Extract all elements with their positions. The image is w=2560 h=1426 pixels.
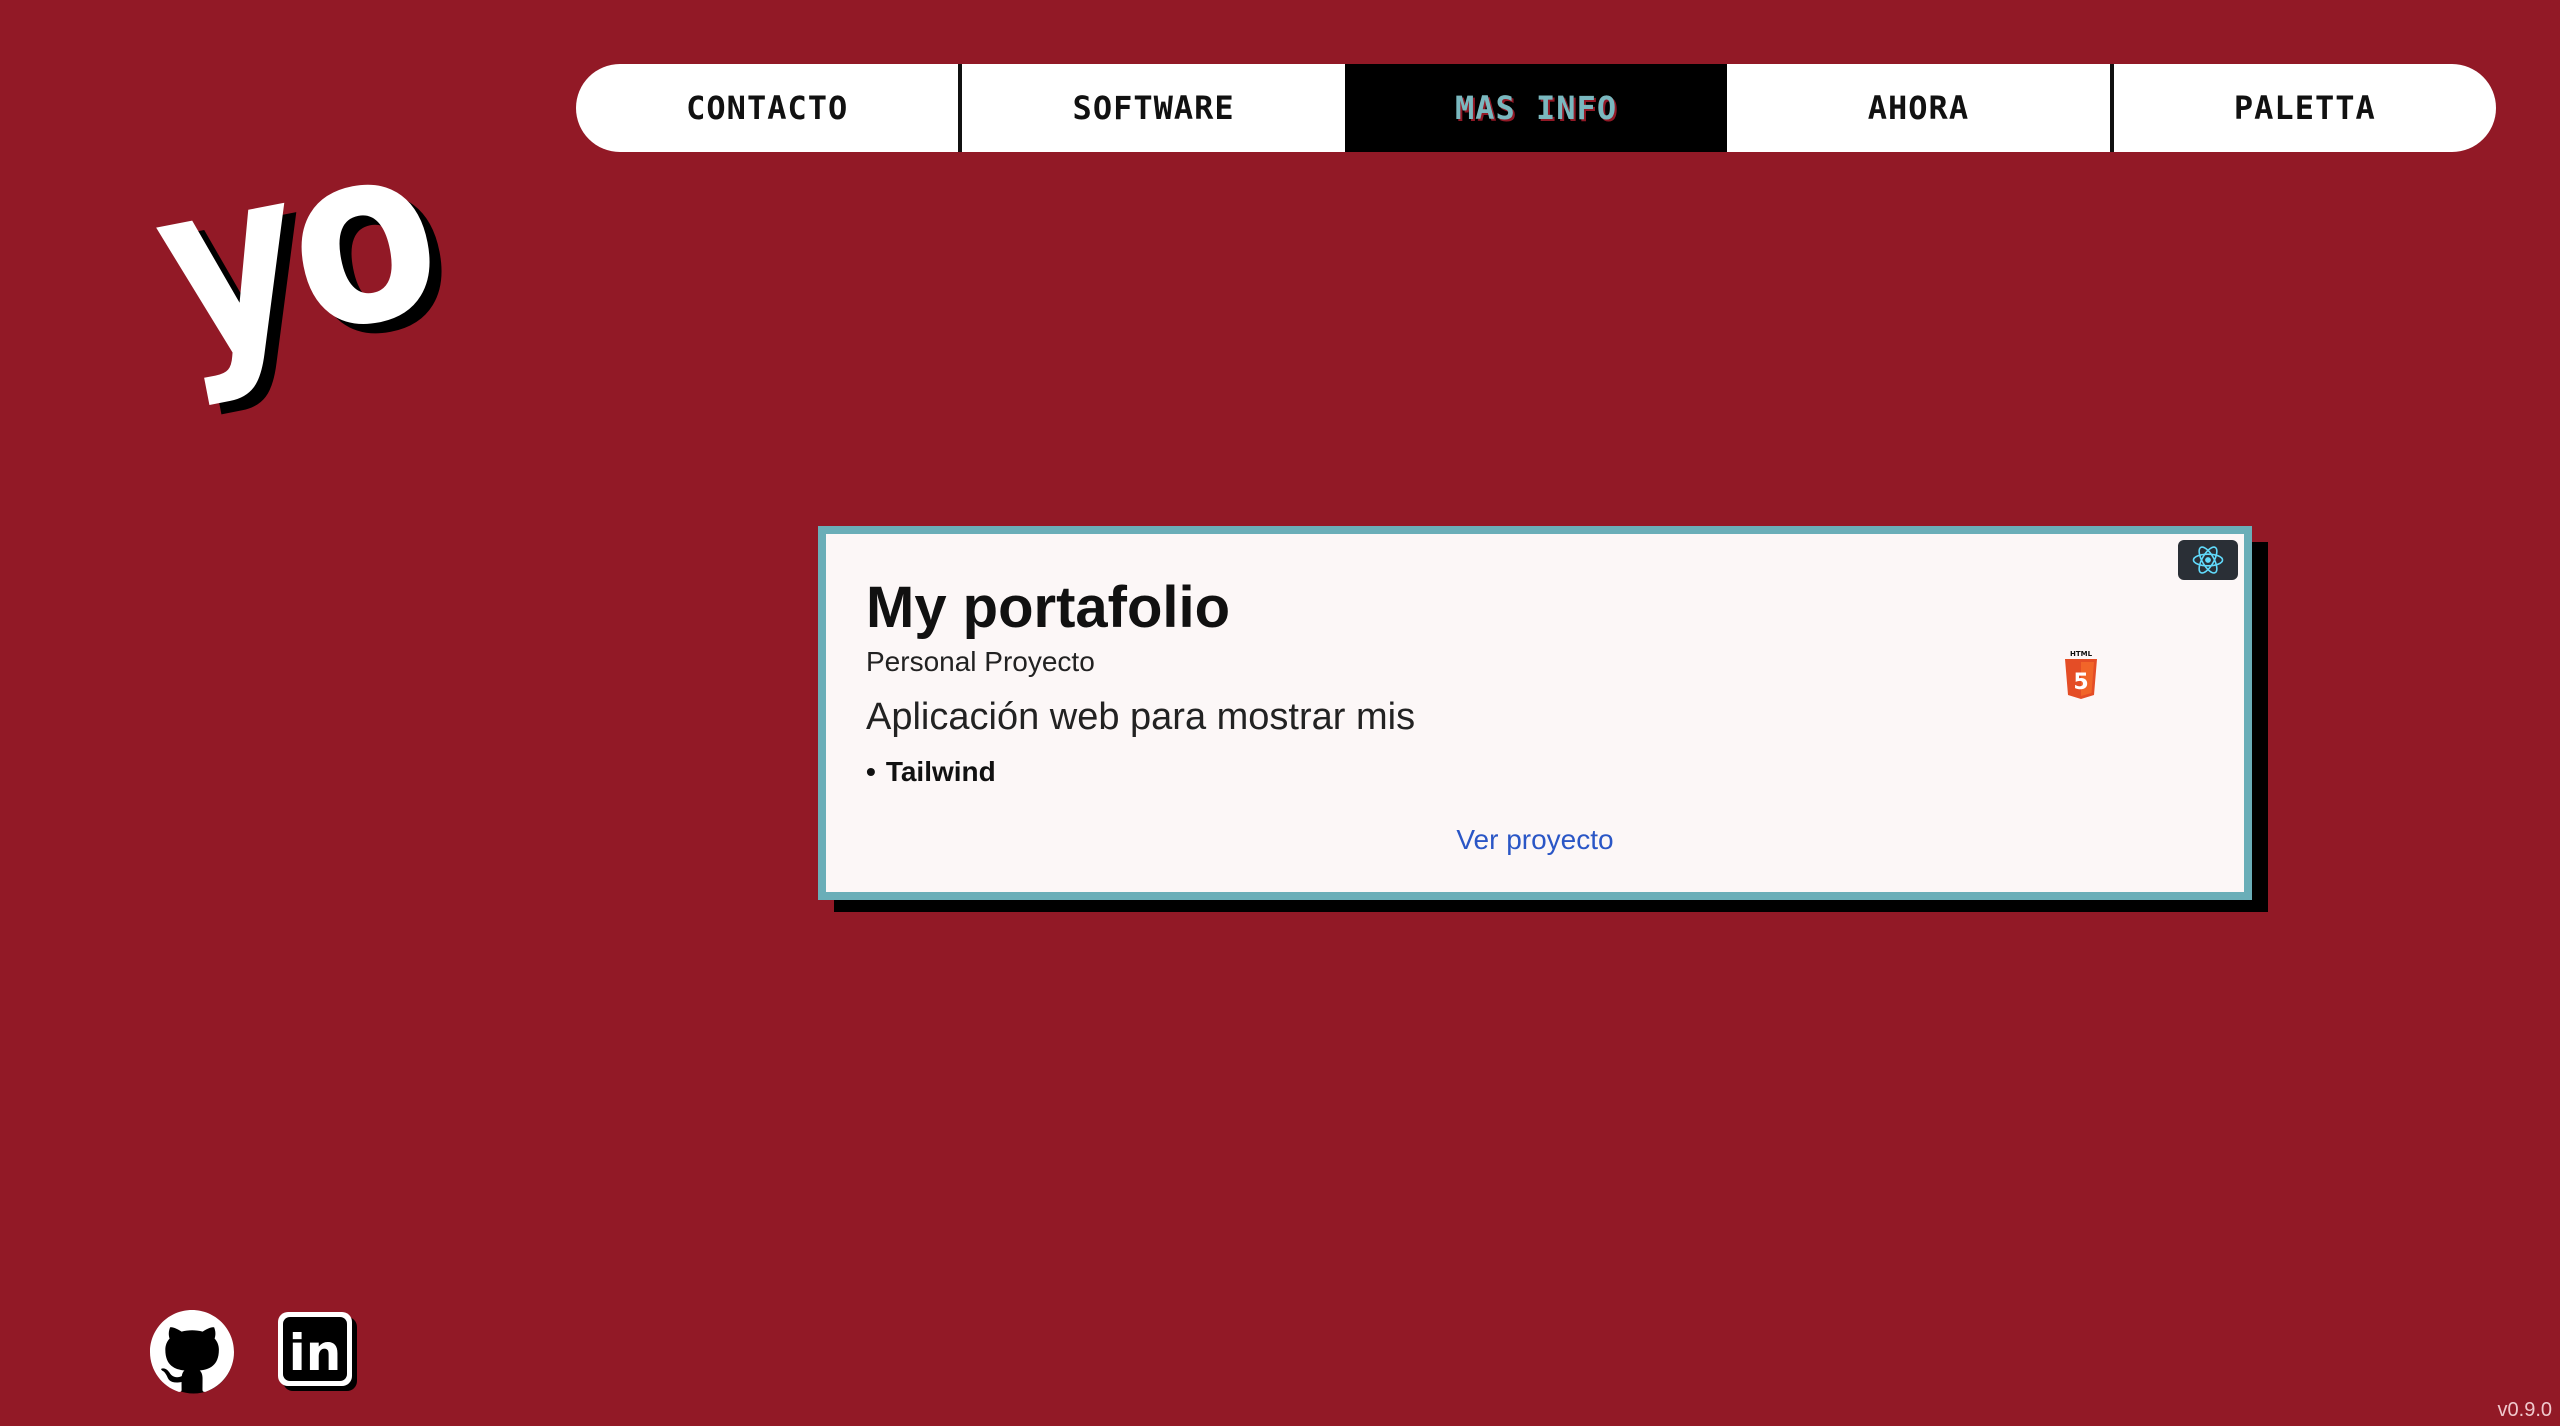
github-icon bbox=[150, 1310, 234, 1394]
linkedin-icon-text: in bbox=[289, 1324, 342, 1382]
linkedin-icon: in bbox=[278, 1312, 357, 1391]
nav-tab-contacto[interactable]: CONTACTO bbox=[576, 64, 958, 152]
html5-badge-text: HTML bbox=[2070, 650, 2093, 658]
project-card: My portafolio Personal Proyecto Aplicaci… bbox=[818, 526, 2252, 900]
project-subtitle: Personal Proyecto bbox=[866, 646, 1095, 677]
project-description: Aplicación web para mostrar mis bbox=[866, 696, 1416, 738]
tech-label: Tailwind bbox=[885, 756, 996, 787]
react-icon bbox=[2178, 540, 2238, 580]
bullet: • bbox=[866, 756, 876, 787]
nav-tab-paletta[interactable]: PALETTA bbox=[2109, 64, 2496, 152]
project-title: My portafolio bbox=[866, 575, 1231, 640]
html5-badge-number: 5 bbox=[2073, 670, 2088, 695]
nav-tab-software[interactable]: SOFTWARE bbox=[958, 64, 1344, 152]
nav-tab-ahora[interactable]: AHORA bbox=[1727, 64, 2109, 152]
html5-icon: HTML 5 bbox=[2065, 650, 2097, 699]
linkedin-link[interactable]: in bbox=[278, 1312, 358, 1392]
version-label: v0.9.0 bbox=[2497, 1399, 2552, 1421]
github-link[interactable] bbox=[150, 1310, 234, 1394]
view-project-link[interactable]: Ver proyecto bbox=[826, 824, 2244, 856]
nav-tab-mas-info[interactable]: MAS INFO bbox=[1344, 64, 1728, 152]
site-logo[interactable]: yo bbox=[136, 86, 454, 414]
main-nav: CONTACTO SOFTWARE MAS INFO AHORA PALETTA bbox=[576, 64, 2496, 152]
tech-list-item: • Tailwind bbox=[866, 756, 996, 788]
